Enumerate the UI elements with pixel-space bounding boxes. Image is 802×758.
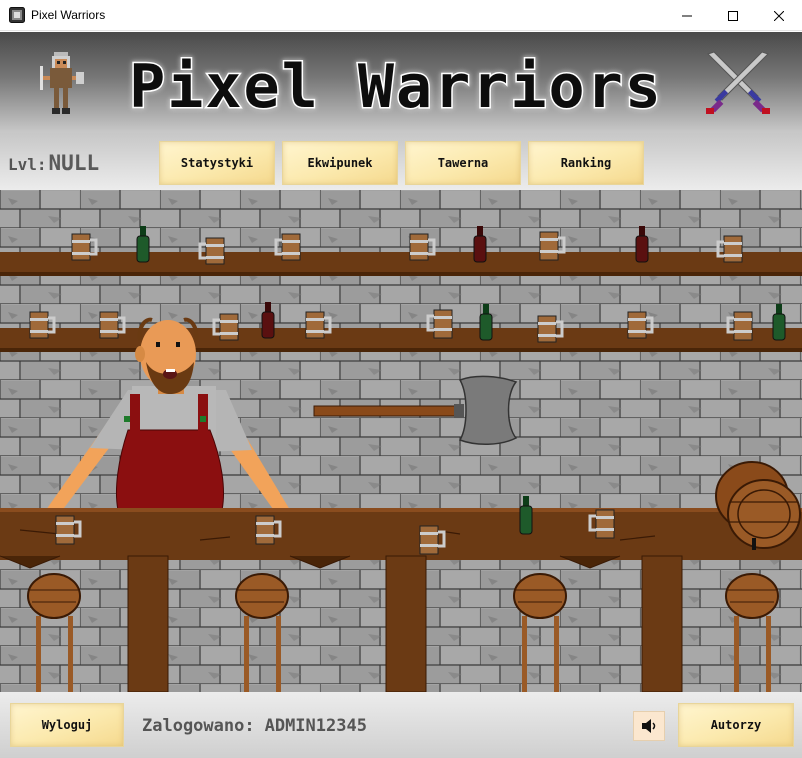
menu-bar: Lvl: NULL Statystyki Ekwipunek Tawerna R… (0, 133, 802, 190)
close-icon (774, 10, 784, 21)
window-titlebar: Pixel Warriors (0, 0, 802, 31)
authors-button[interactable]: Autorzy (678, 703, 794, 747)
menu-button-statystyki[interactable]: Statystyki (159, 141, 275, 185)
menu-button-tawerna[interactable]: Tawerna (405, 141, 521, 185)
username: ADMIN12345 (264, 716, 367, 736)
footer-bar: Wyloguj Zalogowano: ADMIN12345 Autorzy (0, 692, 802, 758)
app-icon (9, 7, 25, 23)
knight-icon (40, 52, 84, 114)
game-title: Pixel Warriors (129, 52, 663, 122)
crossed-swords-icon (706, 51, 770, 114)
level-label: Lvl: (8, 155, 47, 174)
maximize-button[interactable] (710, 0, 756, 31)
login-status: Zalogowano: ADMIN12345 (142, 716, 367, 736)
close-button[interactable] (756, 0, 802, 31)
level-indicator: Lvl: NULL (8, 151, 99, 175)
game-title-logo: Pixel Warriors (128, 52, 663, 122)
maximize-icon (728, 10, 738, 21)
game-header: Pixel Warriors (0, 32, 802, 133)
logout-button[interactable]: Wyloguj (10, 703, 124, 747)
level-value: NULL (48, 151, 100, 175)
logged-label: Zalogowano: (142, 716, 255, 736)
window-title: Pixel Warriors (31, 8, 106, 22)
menu-button-ekwipunek[interactable]: Ekwipunek (282, 141, 398, 185)
tavern-scene (0, 190, 802, 692)
minimize-icon (682, 15, 692, 16)
minimize-button[interactable] (664, 0, 710, 31)
menu-button-ranking[interactable]: Ranking (528, 141, 644, 185)
tavern-illustration (0, 190, 802, 692)
speaker-icon (642, 719, 656, 733)
sound-toggle-button[interactable] (633, 711, 665, 741)
